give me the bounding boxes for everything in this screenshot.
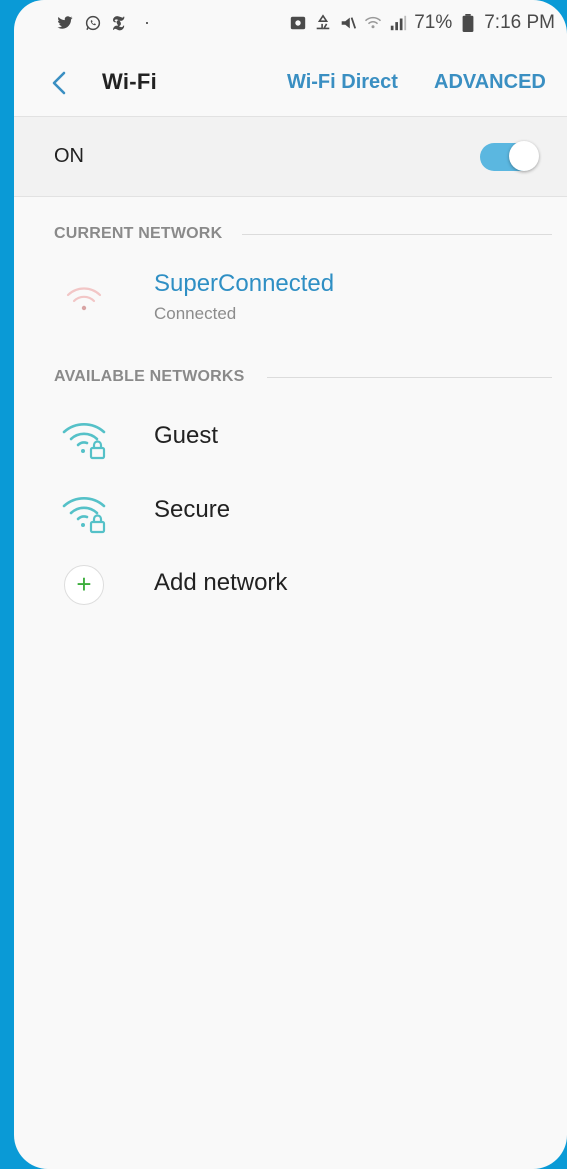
cell-signal-icon	[391, 15, 407, 31]
dot-icon: ·	[144, 12, 150, 32]
add-icon: +	[64, 565, 104, 605]
battery-icon	[462, 14, 474, 32]
mute-icon	[341, 17, 357, 29]
status-bar-right: 71% 7:16 PM	[289, 12, 555, 34]
app-header: Wi-Fi Wi-Fi Direct ADVANCED	[14, 52, 567, 116]
current-network-header: CURRENT NETWORK	[54, 225, 223, 242]
page-title: Wi-Fi	[102, 69, 158, 94]
advanced-button[interactable]: ADVANCED	[434, 71, 546, 94]
wifi-signal-icon	[365, 16, 382, 29]
nytimes-icon: 𝕿	[112, 10, 125, 35]
photo-icon	[291, 16, 306, 30]
status-bar-left: 𝕿 ·	[56, 12, 150, 33]
wifi-lock-icon	[62, 497, 106, 534]
wifi-toggle-row[interactable]: ON	[14, 117, 567, 196]
network-row-secure[interactable]: Secure	[14, 488, 567, 548]
available-networks-header: AVAILABLE NETWORKS	[54, 368, 245, 385]
wifi-connected-icon	[66, 287, 102, 311]
current-network-name: SuperConnected	[154, 270, 335, 297]
wifi-toggle-label: ON	[54, 145, 84, 167]
current-network-status: Connected	[154, 304, 237, 323]
network-name: Secure	[154, 496, 231, 523]
status-bar: 𝕿 · 71% 7:16 PM	[14, 0, 567, 52]
current-network-row[interactable]: SuperConnected Connected	[14, 270, 567, 332]
clock: 7:16 PM	[484, 12, 555, 33]
back-arrow-icon[interactable]	[48, 68, 72, 98]
whatsapp-icon	[85, 15, 101, 30]
twitter-icon	[57, 15, 73, 29]
phone-screen: 𝕿 · 71% 7:16 PM Wi-Fi Wi-Fi Direct ADVAN…	[14, 0, 567, 1169]
network-row-guest[interactable]: Guest	[14, 414, 567, 474]
current-network-line	[242, 234, 552, 235]
battery-percent: 71%	[414, 12, 453, 33]
toggle-divider	[14, 196, 567, 197]
available-networks-line	[267, 377, 552, 378]
wifi-direct-button[interactable]: Wi-Fi Direct	[287, 71, 398, 94]
wifi-toggle-switch[interactable]	[480, 141, 539, 171]
add-network-row[interactable]: + Add network	[14, 565, 567, 615]
wifi-toggle-knob	[509, 141, 539, 171]
add-network-label: Add network	[154, 569, 288, 596]
wifi-lock-icon	[62, 423, 106, 460]
network-name: Guest	[154, 422, 219, 449]
recycle-icon	[316, 14, 330, 30]
